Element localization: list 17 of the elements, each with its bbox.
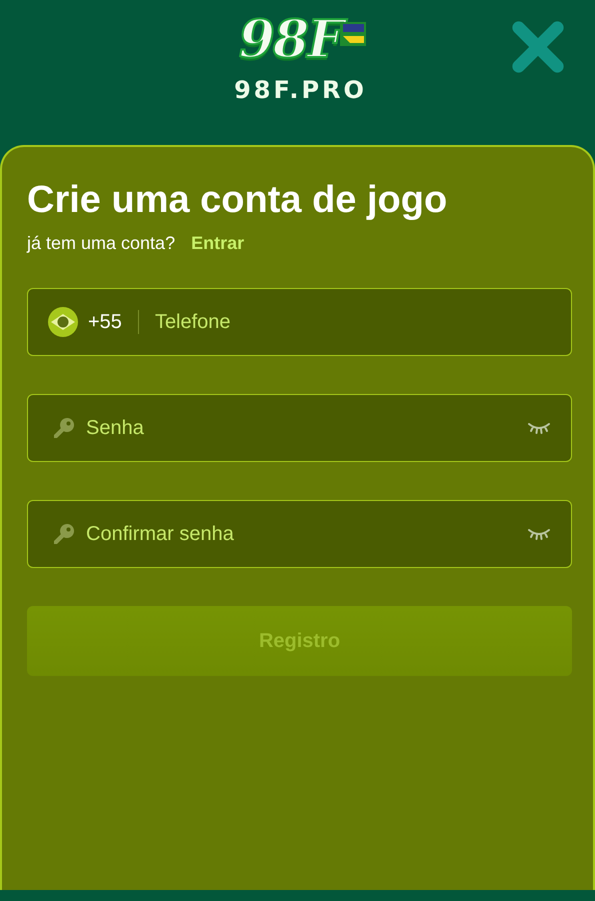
input-field[interactable]: Senha [86,413,517,443]
flag-icon [48,307,78,337]
eye-closed-icon[interactable] [527,421,551,435]
phone-field[interactable]: +55 Telefone [27,288,572,356]
input-field[interactable]: Confirmar senha [86,519,517,549]
password-field[interactable]: Senha [27,394,572,462]
eye-closed-icon[interactable] [527,527,551,541]
form-title: Crie uma conta de jogo [27,178,448,223]
country-code: +55 [88,310,122,334]
login-prompt: já tem uma conta? [27,233,176,254]
input-field[interactable]: Telefone [154,307,551,337]
key-icon [52,522,76,546]
logo-text: 98F.PRO [234,76,367,104]
logo-mark: 98F [234,10,350,74]
login-link[interactable]: Entrar [191,233,244,254]
key-icon [52,416,76,440]
password-field[interactable]: Confirmar senha [27,500,572,568]
